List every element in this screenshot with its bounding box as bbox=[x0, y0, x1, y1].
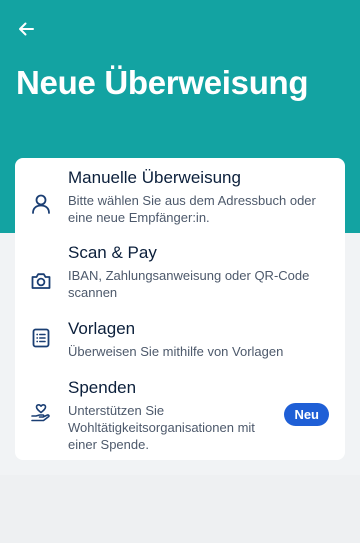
option-title: Scan & Pay bbox=[68, 243, 157, 262]
page-title: Neue Überweisung bbox=[16, 64, 309, 101]
heart-hand-icon bbox=[29, 401, 53, 425]
new-badge: Neu bbox=[284, 403, 329, 426]
person-icon bbox=[29, 192, 53, 216]
option-title: Spenden bbox=[68, 378, 137, 397]
option-description: Bitte wählen Sie aus dem Adressbuch oder… bbox=[68, 193, 316, 225]
camera-icon bbox=[29, 269, 53, 293]
option-description: Überweisen Sie mithilfe von Vorlagen bbox=[68, 344, 284, 359]
option-description: Unterstützen Sie Wohltätigkeitsorganisat… bbox=[68, 403, 255, 452]
option-manual-transfer[interactable]: Manuelle Überweisung Bitte wählen Sie au… bbox=[15, 168, 345, 230]
transfer-options-card: Manuelle Überweisung Bitte wählen Sie au… bbox=[15, 158, 345, 460]
option-donations[interactable]: Spenden Unterstützen Sie Wohltätigkeitso… bbox=[15, 378, 345, 456]
option-title: Manuelle Überweisung bbox=[68, 168, 241, 187]
back-button[interactable] bbox=[14, 19, 38, 43]
option-templates[interactable]: Vorlagen Überweisen Sie mithilfe von Vor… bbox=[15, 319, 345, 363]
option-description: IBAN, Zahlungsanweisung oder QR-Code sca… bbox=[68, 268, 310, 300]
option-scan-and-pay[interactable]: Scan & Pay IBAN, Zahlungsanweisung oder … bbox=[15, 243, 345, 303]
option-title: Vorlagen bbox=[68, 319, 136, 338]
bottom-area bbox=[0, 475, 360, 543]
arrow-left-icon bbox=[16, 19, 36, 44]
list-document-icon bbox=[29, 326, 53, 350]
